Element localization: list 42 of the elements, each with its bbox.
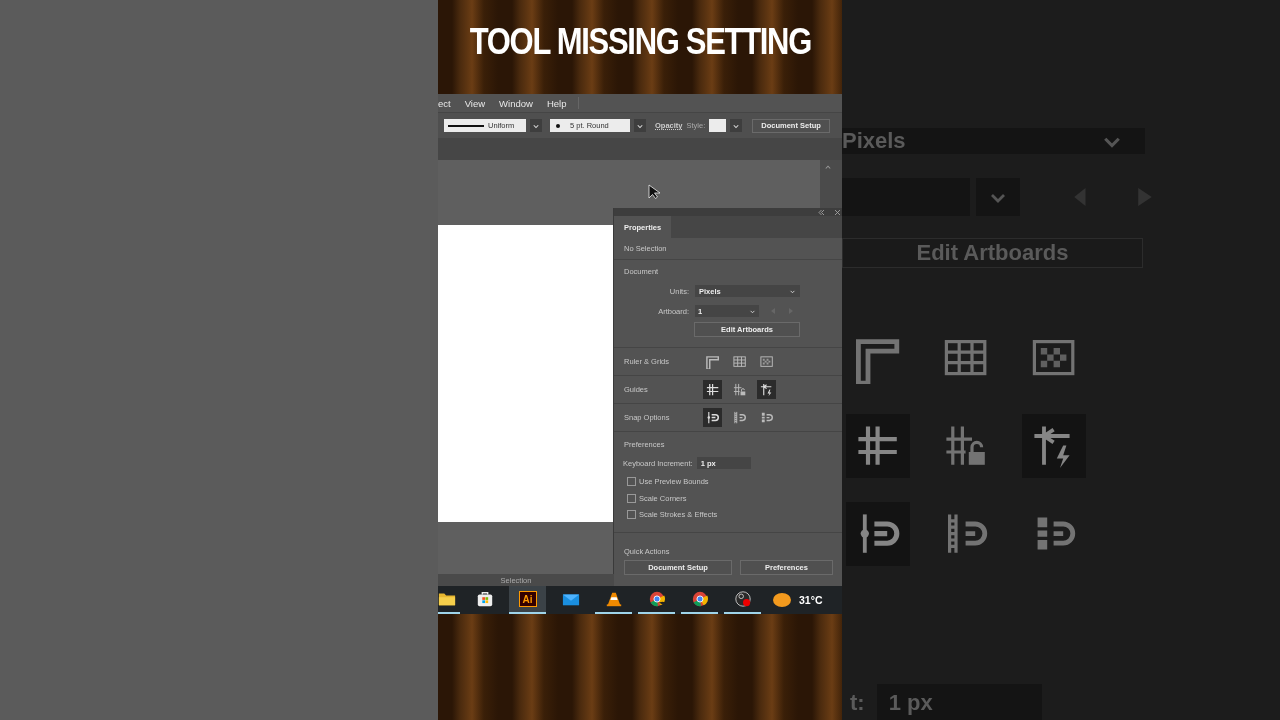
caret-icon — [732, 122, 741, 129]
artboard-field[interactable] — [842, 178, 970, 216]
dropdown-button[interactable] — [976, 178, 1020, 216]
brush-dot-icon — [556, 123, 560, 128]
browser-icon — [690, 590, 709, 608]
caret-icon — [789, 288, 796, 294]
caret-icon — [636, 122, 644, 129]
style-swatch[interactable] — [709, 119, 727, 132]
snap-point-icon[interactable] — [703, 408, 722, 427]
collapse-icon[interactable] — [818, 209, 825, 215]
guides-icon[interactable] — [846, 414, 910, 478]
browser-icon — [647, 590, 666, 608]
dropdown-button[interactable] — [634, 119, 646, 132]
traffic-cone-icon — [604, 590, 623, 608]
guides-icon[interactable] — [703, 380, 722, 399]
temperature[interactable]: 31°C — [799, 594, 823, 606]
sun-icon[interactable] — [773, 593, 791, 607]
scrollbar[interactable] — [820, 160, 842, 208]
checkbox[interactable] — [627, 493, 636, 503]
dropdown-button[interactable] — [730, 119, 743, 132]
checkbox[interactable] — [627, 510, 636, 520]
taskbar-app[interactable]: Ai — [509, 586, 546, 614]
menu-item[interactable]: Window — [499, 97, 533, 109]
shopping-bag-icon — [475, 590, 494, 608]
field-label: t: — [850, 690, 865, 716]
video-title: TOOL MISSING SETTING — [469, 21, 811, 63]
scroll-up-icon[interactable] — [824, 164, 832, 170]
dropdown-button[interactable] — [530, 119, 542, 132]
app-logo: Ai — [518, 591, 537, 607]
cursor-icon — [648, 184, 662, 200]
menu-item[interactable]: View — [464, 97, 486, 109]
recorder-icon — [733, 590, 752, 608]
checkbox[interactable] — [627, 476, 636, 486]
smart-guides-icon[interactable] — [1022, 414, 1086, 478]
smart-guides-icon[interactable] — [757, 380, 776, 399]
snap-point-icon[interactable] — [846, 502, 910, 566]
stroke-line-icon — [448, 124, 484, 127]
caret-icon — [748, 308, 756, 314]
menu-item[interactable]: Help — [546, 97, 567, 109]
close-icon[interactable] — [835, 209, 840, 215]
caret-icon — [532, 122, 540, 129]
menu-item[interactable]: ect — [438, 97, 451, 109]
